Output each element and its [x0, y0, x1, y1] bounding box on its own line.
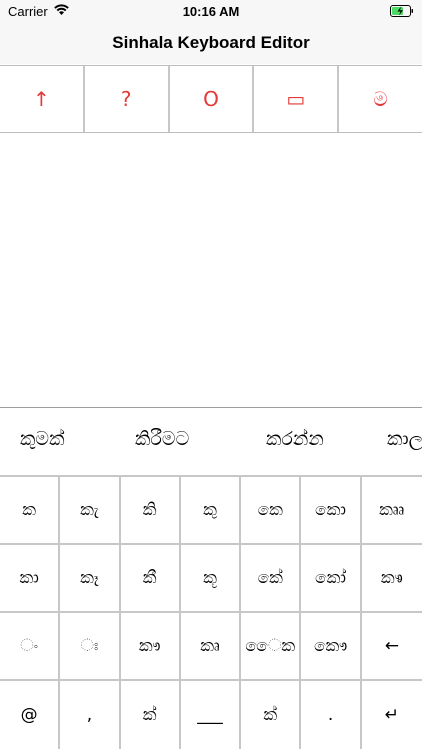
key-ke[interactable]: කෙ: [241, 477, 302, 543]
key-kii[interactable]: කී: [121, 545, 181, 611]
key-hal[interactable]: ක්: [121, 681, 181, 749]
suggestion-item[interactable]: කාල: [387, 428, 422, 450]
battery-charging-icon: [390, 5, 413, 17]
suggestion-bar: කුමක් කිරීමට කරන්න කාල: [0, 408, 422, 477]
sinhala-keyboard: කුමක් කිරීමට කරන්න කාල ක කැ කි කු කෙ කො …: [0, 407, 422, 750]
status-bar: Carrier 10:16 AM: [0, 0, 422, 24]
toolbar: ↑ ? O ▭ ම: [0, 65, 422, 133]
clock: 10:16 AM: [182, 4, 240, 19]
circle-icon: O: [203, 87, 219, 111]
key-kau[interactable]: කෞ: [301, 613, 362, 679]
up-arrow-button[interactable]: ↑: [0, 66, 85, 132]
key-ku[interactable]: කු: [181, 477, 242, 543]
key-visarga[interactable]: ඃ: [60, 613, 121, 679]
key-kruu[interactable]: කෲ: [362, 477, 422, 543]
key-kaee[interactable]: කෑ: [60, 545, 121, 611]
key-ko[interactable]: කො: [301, 477, 362, 543]
key-ki[interactable]: කි: [121, 477, 181, 543]
rounded-rect-icon: ▭: [286, 87, 306, 111]
sinhala-ma-button[interactable]: ම: [339, 66, 422, 132]
return-key[interactable]: ↵: [362, 681, 422, 749]
key-kee[interactable]: කේ: [241, 545, 302, 611]
suggestion-item[interactable]: කිරීමට: [135, 428, 189, 450]
key-row: ක කැ කි කු කෙ කො කෲ: [0, 477, 422, 545]
page-title: Sinhala Keyboard Editor: [112, 33, 310, 52]
key-ka[interactable]: ක: [0, 477, 61, 543]
key-grid: ක කැ කි කු කෙ කො කෲ කා කෑ කී කූ කේ කෝ කෳ…: [0, 477, 422, 751]
key-kaa[interactable]: කා: [0, 545, 61, 611]
key-kluu[interactable]: කෳ: [362, 545, 422, 611]
suggestion-item[interactable]: කරන්න: [266, 428, 324, 450]
key-kai[interactable]: ෛක: [241, 613, 302, 679]
circle-button[interactable]: O: [170, 66, 255, 132]
question-icon: ?: [120, 87, 132, 111]
text-editor[interactable]: [0, 134, 422, 407]
help-button[interactable]: ?: [85, 66, 170, 132]
key-kae[interactable]: කැ: [60, 477, 121, 543]
key-hal-2[interactable]: ක්: [241, 681, 302, 749]
key-comma[interactable]: ,: [60, 681, 121, 749]
navigation-bar: Sinhala Keyboard Editor: [0, 24, 422, 64]
key-kru[interactable]: කෘ: [181, 613, 242, 679]
up-arrow-icon: ↑: [33, 87, 50, 111]
key-kuu[interactable]: කූ: [181, 545, 242, 611]
key-kau-length[interactable]: කෟ: [121, 613, 181, 679]
space-key[interactable]: ___: [181, 681, 242, 749]
key-row: ං ඃ කෟ කෘ ෛක කෞ ←: [0, 613, 422, 681]
key-at[interactable]: @: [0, 681, 61, 749]
key-period[interactable]: .: [301, 681, 362, 749]
rounded-rect-button[interactable]: ▭: [254, 66, 340, 132]
key-koo[interactable]: කෝ: [301, 545, 362, 611]
sinhala-ma-icon: ම: [373, 87, 388, 111]
key-anusvara[interactable]: ං: [0, 613, 61, 679]
backspace-key[interactable]: ←: [362, 613, 422, 679]
key-row: @ , ක් ___ ක් . ↵: [0, 681, 422, 749]
suggestion-item[interactable]: කුමක්: [20, 428, 65, 450]
key-row: කා කෑ කී කූ කේ කෝ කෳ: [0, 545, 422, 613]
